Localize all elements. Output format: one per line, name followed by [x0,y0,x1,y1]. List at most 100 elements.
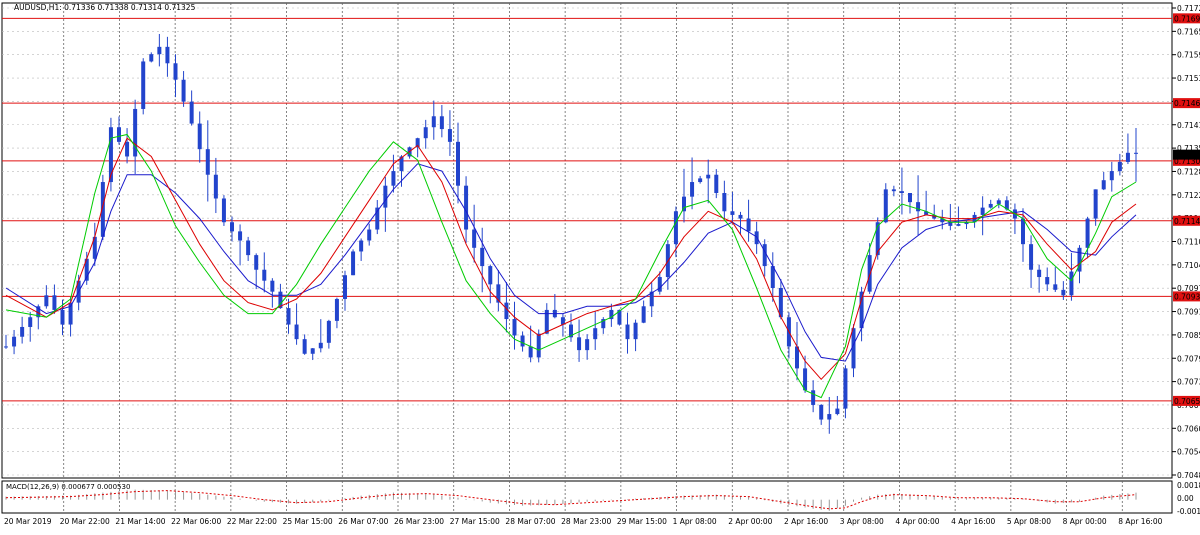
candle-body [698,178,703,183]
candle-body [1037,269,1042,278]
candle-body [310,348,315,354]
candle-body [117,127,121,142]
candle-body [520,335,525,347]
candle-body [439,116,444,130]
candle-body [447,129,452,142]
candle-body [262,269,267,281]
candle-body [294,324,299,340]
candle-body [908,193,912,203]
candle-body [1109,171,1114,181]
candle-body [536,333,541,358]
candle-body [1053,284,1058,290]
level-label: 0.70937 [1174,292,1200,301]
candle-body [391,171,396,186]
candle-body [835,408,840,415]
candle-body [197,123,202,150]
x-tick-label: 22 Mar 06:00 [171,517,221,526]
x-tick-label: 1 Apr 08:00 [673,517,717,526]
candle-body [843,368,848,409]
candle-body [690,182,695,197]
y-tick-label: 0.70545 [1177,448,1200,457]
candle-body [205,149,210,175]
x-tick-label: 4 Apr 16:00 [951,517,995,526]
level-label: 0.71466 [1174,99,1200,108]
candle-body [593,328,598,340]
candle-body [383,185,388,208]
x-tick-label: 27 Mar 15:00 [450,517,500,526]
candle-body [456,141,460,186]
y-tick-label: 0.71410 [1177,121,1200,130]
y-tick-label: 0.70730 [1177,378,1200,387]
candle-body [302,339,307,354]
candle-body [706,174,711,179]
candle-body [1045,277,1050,285]
candle-body [730,211,735,215]
candle-body [351,251,356,276]
y-tick-label: 0.71655 [1177,27,1200,36]
candle-body [367,229,372,241]
chart-header: AUDUSD,H1: 0.71336 0.71338 0.71314 0.713… [14,3,196,12]
candle-body [916,202,921,212]
candle-body [738,214,743,219]
y-tick-label: 0.70605 [1177,424,1200,433]
candle-body [431,116,436,128]
candle-body [1061,289,1066,296]
x-tick-label: 2 Apr 00:00 [728,517,772,526]
candle-body [125,141,130,157]
x-tick-label: 8 Apr 16:00 [1118,517,1162,526]
candle-body [980,207,985,215]
candle-body [827,414,832,420]
macd-panel [1,480,1173,514]
candle-body [867,255,872,292]
candle-body [722,193,727,212]
candle-body [141,61,146,109]
candle-body [956,224,961,226]
candle-body [326,320,331,343]
candle-body [149,54,154,62]
candle-body [1021,218,1025,245]
y-tick-label: 0.70485 [1177,471,1200,480]
candle-body [238,231,243,241]
x-tick-label: 25 Mar 15:00 [283,517,333,526]
candle-body [859,291,864,329]
candle-body [20,326,25,337]
candle-body [359,240,364,252]
candle-body [44,295,49,307]
candle-body [633,322,638,340]
candle-body [988,203,993,208]
candle-body [899,191,904,193]
x-tick-label: 4 Apr 00:00 [895,517,939,526]
candle-body [641,306,646,323]
x-tick-label: 28 Mar 23:00 [561,517,611,526]
candle-body [157,46,162,55]
x-tick-label: 5 Apr 08:00 [1007,517,1051,526]
candle-body [254,255,259,270]
level-label: 0.71698 [1174,14,1200,23]
candle-body [1093,189,1098,219]
indicator-header: MACD(12,26,9) 0.000677 0.000530 [6,483,131,491]
candle-body [746,218,751,232]
candle-body [673,211,678,245]
price-chart[interactable]: 20 Mar 2019 20 Mar 22:00 21 Mar 14:00 22 Ma… [0,0,1200,531]
candle-body [1085,218,1090,248]
candle-body [488,266,493,285]
candle-body [811,390,816,405]
candle-body [585,339,590,351]
x-tick-label: 28 Mar 07:00 [505,517,555,526]
candle-body [657,277,662,292]
candle-body [213,174,218,199]
level-label: 0.71144 [1174,217,1200,226]
candle-body [1069,271,1074,296]
y-tick-label: 0.71040 [1177,261,1200,270]
x-tick-label: 21 Mar 14:00 [115,517,165,526]
chart-window[interactable]: 20 Mar 2019 20 Mar 22:00 21 Mar 14:00 22 Ma… [0,0,1200,531]
y-tick-label: 0.70915 [1177,308,1200,317]
macd-y-tick-label: -0.00132 [1177,507,1200,516]
x-tick-label: 8 Apr 00:00 [1063,517,1107,526]
macd-y-tick-label: 0.00 [1177,494,1194,503]
candle-body [318,342,323,349]
candle-body [480,247,485,267]
y-tick-label: 0.70790 [1177,354,1200,363]
y-tick-label: 0.71225 [1177,191,1200,200]
candle-body [472,229,477,248]
